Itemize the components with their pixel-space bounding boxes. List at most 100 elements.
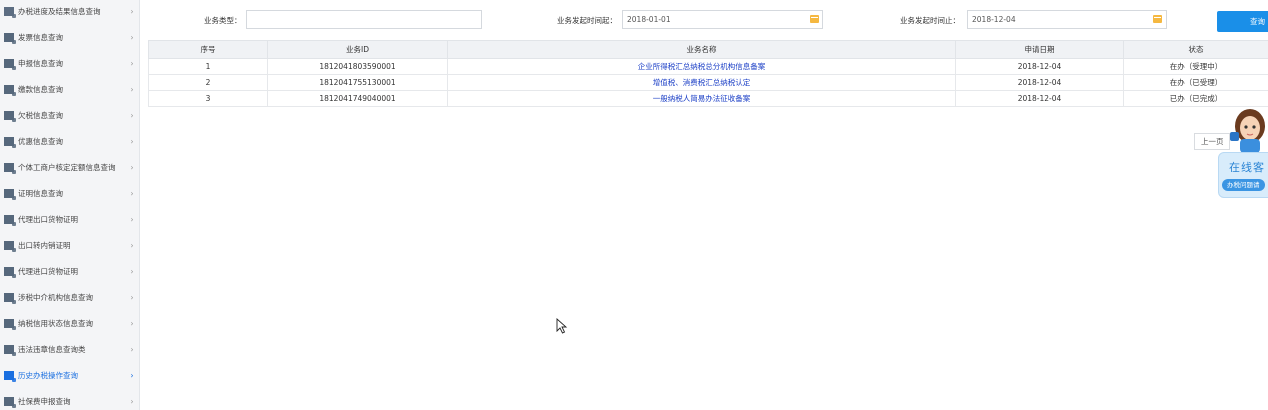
certificate-icon <box>4 188 16 200</box>
chevron-right-icon: › <box>130 266 134 276</box>
credit-icon <box>4 318 16 330</box>
sidebar-item[interactable]: 出口转内销证明 › <box>0 232 140 258</box>
chevron-right-icon: › <box>130 344 134 354</box>
sidebar-item[interactable]: 社保费申报查询 › <box>0 388 140 410</box>
sidebar-item-label: 欠税信息查询 <box>18 110 63 120</box>
export-agent-icon <box>4 214 16 226</box>
sidebar-item[interactable]: 欠税信息查询 › <box>0 102 140 128</box>
online-service-widget[interactable]: 在线客 办税问题请 <box>1218 152 1268 198</box>
sidebar-item-label: 纳税信用状态信息查询 <box>18 318 93 328</box>
sidebar-item[interactable]: 缴款信息查询 › <box>0 76 140 102</box>
violation-icon <box>4 344 16 356</box>
chevron-right-icon: › <box>130 318 134 328</box>
app-root: 办税进度及结果信息查询 › 发票信息查询 › 申报信息查询 › 缴款信息查询 › 欠税信息查询 ›… <box>0 0 1268 410</box>
start-date-input[interactable] <box>622 10 823 29</box>
start-date-label: 业务发起时间起： <box>557 16 617 25</box>
header-index: 序号 <box>148 40 268 59</box>
service-agent-avatar[interactable] <box>1226 96 1268 160</box>
sidebar-item-label: 历史办税操作查询 <box>18 370 78 380</box>
online-service-title: 在线客 <box>1229 161 1265 174</box>
sidebar-item[interactable]: 历史办税操作查询 › <box>0 362 140 388</box>
sidebar-item[interactable]: 个体工商户核定定额信息查询 › <box>0 154 140 180</box>
row-status: 在办（已受理） <box>1123 74 1268 91</box>
row-business-name-link[interactable]: 一般纳税人简易办法征收备案 <box>447 90 956 107</box>
row-business-id: 1812041755130001 <box>267 74 448 91</box>
chevron-right-icon: › <box>130 136 134 146</box>
chevron-right-icon: › <box>130 214 134 224</box>
sidebar-item-label: 缴款信息查询 <box>18 84 63 94</box>
social-security-icon <box>4 396 16 408</box>
chevron-right-icon: › <box>130 6 134 16</box>
sidebar-item-label: 涉税中介机构信息查询 <box>18 292 93 302</box>
invoice-icon <box>4 32 16 44</box>
sidebar-item[interactable]: 涉税中介机构信息查询 › <box>0 284 140 310</box>
row-index: 2 <box>148 74 268 91</box>
table-header-row: 序号 业务ID 业务名称 申请日期 状态 <box>148 40 1268 59</box>
row-business-id: 1812041749040001 <box>267 90 448 107</box>
row-apply-date: 2018-12-04 <box>955 74 1124 91</box>
table-row: 3 1812041749040001 一般纳税人简易办法征收备案 2018-12… <box>148 90 1268 107</box>
mouse-cursor-icon <box>556 318 568 334</box>
sidebar-item[interactable]: 违法违章信息查询类 › <box>0 336 140 362</box>
row-business-id: 1812041803590001 <box>267 58 448 75</box>
sidebar-item[interactable]: 纳税信用状态信息查询 › <box>0 310 140 336</box>
sidebar-item[interactable]: 办税进度及结果信息查询 › <box>0 0 140 24</box>
sidebar-item[interactable]: 申报信息查询 › <box>0 50 140 76</box>
progress-icon <box>4 6 16 18</box>
export-domestic-icon <box>4 240 16 252</box>
online-service-subtitle: 办税问题请 <box>1222 179 1265 191</box>
row-index: 3 <box>148 90 268 107</box>
end-date-input[interactable] <box>967 10 1167 29</box>
table-row: 1 1812041803590001 企业所得税汇总纳税总分机构信息备案 201… <box>148 58 1268 75</box>
sidebar-item-label: 申报信息查询 <box>18 58 63 68</box>
import-agent-icon <box>4 266 16 278</box>
sidebar-item[interactable]: 代理进口货物证明 › <box>0 258 140 284</box>
row-business-name-link[interactable]: 企业所得税汇总纳税总分机构信息备案 <box>447 58 956 75</box>
history-icon <box>4 370 16 382</box>
row-apply-date: 2018-12-04 <box>955 90 1124 107</box>
chevron-right-icon: › <box>130 32 134 42</box>
end-date-label: 业务发起时间止： <box>900 16 960 25</box>
sidebar-item[interactable]: 优惠信息查询 › <box>0 128 140 154</box>
discount-icon <box>4 136 16 148</box>
business-icon <box>4 162 16 174</box>
sidebar-item[interactable]: 发票信息查询 › <box>0 24 140 50</box>
sidebar-item-label: 发票信息查询 <box>18 32 63 42</box>
sidebar-item-label: 证明信息查询 <box>18 188 63 198</box>
sidebar-item-label: 代理出口货物证明 <box>18 214 78 224</box>
header-status: 状态 <box>1123 40 1268 59</box>
business-type-input[interactable] <box>246 10 482 29</box>
query-button[interactable]: 查询 <box>1217 11 1268 32</box>
calendar-icon[interactable] <box>810 15 819 23</box>
chevron-right-icon: › <box>130 240 134 250</box>
calendar-icon[interactable] <box>1153 15 1162 23</box>
chevron-right-icon: › <box>130 292 134 302</box>
arrears-icon <box>4 110 16 122</box>
table-row: 2 1812041755130001 增值税、消费税汇总纳税认定 2018-12… <box>148 74 1268 91</box>
header-apply-date: 申请日期 <box>955 40 1124 59</box>
sidebar-item-label: 违法违章信息查询类 <box>18 344 86 354</box>
sidebar: 办税进度及结果信息查询 › 发票信息查询 › 申报信息查询 › 缴款信息查询 › 欠税信息查询 ›… <box>0 0 140 410</box>
prev-page-button[interactable]: 上一页 <box>1194 133 1230 150</box>
row-status: 在办（受理中） <box>1123 58 1268 75</box>
row-business-name-link[interactable]: 增值税、消费税汇总纳税认定 <box>447 74 956 91</box>
sidebar-item-label: 出口转内销证明 <box>18 240 71 250</box>
sidebar-item-label: 办税进度及结果信息查询 <box>18 6 101 16</box>
chevron-right-icon: › <box>130 162 134 172</box>
sidebar-item[interactable]: 代理出口货物证明 › <box>0 206 140 232</box>
sidebar-item-label: 社保费申报查询 <box>18 396 71 406</box>
chevron-right-icon: › <box>130 188 134 198</box>
header-business-id: 业务ID <box>267 40 448 59</box>
chevron-right-icon: › <box>130 110 134 120</box>
row-apply-date: 2018-12-04 <box>955 58 1124 75</box>
row-index: 1 <box>148 58 268 75</box>
sidebar-item[interactable]: 证明信息查询 › <box>0 180 140 206</box>
results-table: 序号 业务ID 业务名称 申请日期 状态 1 1812041803590001 … <box>148 40 1268 107</box>
chevron-right-icon: › <box>130 370 134 380</box>
chevron-right-icon: › <box>130 58 134 68</box>
agency-icon <box>4 292 16 304</box>
sidebar-item-label: 优惠信息查询 <box>18 136 63 146</box>
chevron-right-icon: › <box>130 84 134 94</box>
sidebar-item-label: 代理进口货物证明 <box>18 266 78 276</box>
payment-icon <box>4 84 16 96</box>
